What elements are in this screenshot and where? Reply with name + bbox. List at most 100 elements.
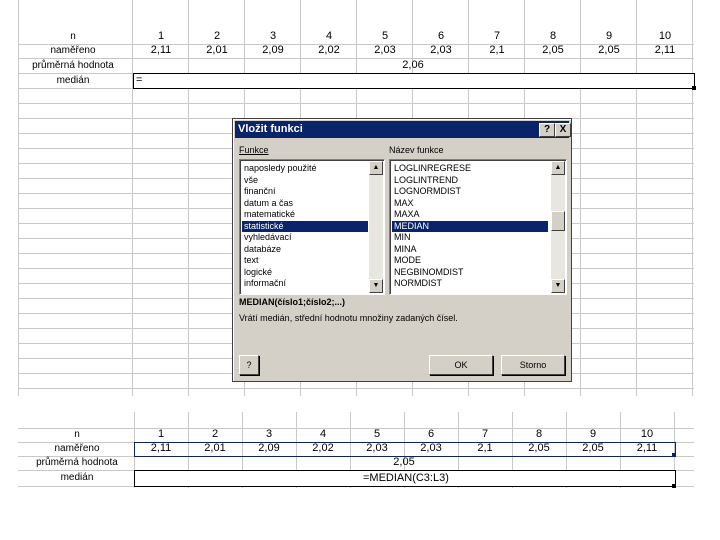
- ok-button[interactable]: OK: [429, 355, 493, 375]
- function-syntax: MEDIAN(číslo1;číslo2;...): [239, 297, 346, 307]
- list-item[interactable]: datum a čas: [242, 198, 364, 210]
- dialog-titlebar[interactable]: Vložit funkci ? X: [235, 121, 571, 138]
- scroll-down-icon[interactable]: ▼: [551, 279, 565, 293]
- cell-n[interactable]: 7: [458, 428, 512, 441]
- cell-measured[interactable]: 2,1: [469, 44, 525, 57]
- cell-n[interactable]: 7: [469, 30, 525, 43]
- list-item[interactable]: MODE: [392, 255, 544, 267]
- category-scrollbar[interactable]: ▲ ▼: [369, 161, 383, 293]
- help-title-button[interactable]: ?: [539, 123, 555, 137]
- cell-n[interactable]: 3: [245, 30, 301, 43]
- cell-average[interactable]: 2,06: [133, 59, 693, 72]
- list-item[interactable]: LOGNORMDIST: [392, 186, 544, 198]
- dialog-title: Vložit funkci: [238, 123, 303, 135]
- cell-measured[interactable]: 2,03: [404, 442, 458, 455]
- list-item[interactable]: naposledy použité: [242, 163, 364, 175]
- row-label-median: medián: [60, 472, 94, 483]
- row-label-median: medián: [56, 75, 90, 86]
- list-item[interactable]: matematické: [242, 209, 364, 221]
- cell-n[interactable]: 8: [525, 30, 581, 43]
- cell-measured[interactable]: 2,03: [357, 44, 413, 57]
- grid-line: [18, 388, 694, 389]
- cell-measured[interactable]: 2,01: [188, 442, 242, 455]
- cell-n[interactable]: 2: [188, 428, 242, 441]
- list-item[interactable]: vyhledávací: [242, 232, 364, 244]
- cell-measured[interactable]: 2,05: [566, 442, 620, 455]
- cell-measured[interactable]: 2,11: [133, 44, 189, 57]
- list-item[interactable]: logické: [242, 267, 364, 279]
- scroll-up-icon[interactable]: ▲: [369, 161, 383, 175]
- function-listbox[interactable]: LOGLINREGRESE LOGLINTREND LOGNORMDIST MA…: [389, 159, 567, 295]
- close-button[interactable]: X: [555, 123, 571, 137]
- grid-line: [18, 103, 694, 104]
- cell-measured[interactable]: 2,11: [134, 442, 188, 455]
- cell-measured[interactable]: 2,11: [637, 44, 693, 57]
- cell-measured[interactable]: 2,09: [245, 44, 301, 57]
- list-item[interactable]: MINA: [392, 244, 544, 256]
- cell-measured[interactable]: 2,03: [350, 442, 404, 455]
- median-input-text: =: [136, 74, 143, 86]
- list-item[interactable]: MAX: [392, 198, 544, 210]
- median-formula-cell[interactable]: =MEDIAN(C3:L3): [134, 470, 676, 487]
- cell-measured[interactable]: 2,02: [296, 442, 350, 455]
- list-item[interactable]: LOGLINREGRESE: [392, 163, 544, 175]
- median-input-cell[interactable]: =: [133, 73, 695, 89]
- function-description: Vrátí medián, střední hodnotu množiny za…: [239, 313, 458, 323]
- cell-n[interactable]: 3: [242, 428, 296, 441]
- category-label: Funkce: [239, 145, 269, 155]
- scroll-down-icon[interactable]: ▼: [369, 279, 383, 293]
- row-label-measured: naměřeno: [54, 443, 100, 454]
- cell-n[interactable]: 6: [404, 428, 458, 441]
- list-item[interactable]: databáze: [242, 244, 364, 256]
- cancel-button[interactable]: Storno: [501, 355, 565, 375]
- row-label-measured: naměřeno: [50, 45, 96, 56]
- help-icon-button[interactable]: ?: [239, 355, 259, 375]
- cell-n[interactable]: 5: [350, 428, 404, 441]
- cell-n[interactable]: 10: [637, 30, 693, 43]
- row-label-average: průměrná hodnota: [32, 60, 114, 71]
- cell-n[interactable]: 4: [301, 30, 357, 43]
- list-item[interactable]: finanční: [242, 186, 364, 198]
- scroll-up-icon[interactable]: ▲: [551, 161, 565, 175]
- cell-n[interactable]: 6: [413, 30, 469, 43]
- cell-measured[interactable]: 2,05: [581, 44, 637, 57]
- cell-n[interactable]: 5: [357, 30, 413, 43]
- cell-measured[interactable]: 2,11: [620, 442, 674, 455]
- function-name-label: Název funkce: [389, 145, 444, 155]
- cell-n[interactable]: 1: [133, 30, 189, 43]
- category-listbox[interactable]: naposledy použité vše finanční datum a č…: [239, 159, 385, 295]
- scroll-thumb[interactable]: [551, 211, 565, 231]
- list-item-selected[interactable]: MEDIAN: [392, 220, 548, 232]
- list-item-selected[interactable]: statistické: [242, 220, 368, 232]
- cell-measured[interactable]: 2,02: [301, 44, 357, 57]
- list-item[interactable]: LOGLINTREND: [392, 175, 544, 187]
- row-label-n: n: [74, 429, 80, 440]
- cell-average[interactable]: 2,05: [134, 456, 674, 469]
- cell-measured[interactable]: 2,05: [525, 44, 581, 57]
- cell-n[interactable]: 10: [620, 428, 674, 441]
- cell-measured[interactable]: 2,1: [458, 442, 512, 455]
- list-item[interactable]: MIN: [392, 232, 544, 244]
- cell-measured[interactable]: 2,05: [512, 442, 566, 455]
- list-item[interactable]: text: [242, 255, 364, 267]
- cell-n[interactable]: 8: [512, 428, 566, 441]
- function-scrollbar[interactable]: ▲ ▼: [551, 161, 565, 293]
- cell-n[interactable]: 2: [189, 30, 245, 43]
- fill-handle[interactable]: [672, 484, 676, 488]
- list-item[interactable]: NEGBINOMDIST: [392, 267, 544, 279]
- list-item[interactable]: vše: [242, 175, 364, 187]
- cell-measured[interactable]: 2,01: [189, 44, 245, 57]
- cell-measured[interactable]: 2,09: [242, 442, 296, 455]
- insert-function-dialog: Vložit funkci ? X Funkce Název funkce na…: [232, 118, 572, 382]
- list-item[interactable]: MAXA: [392, 209, 544, 221]
- row-label-n: n: [70, 31, 76, 42]
- list-item[interactable]: informační: [242, 278, 364, 290]
- cell-n[interactable]: 4: [296, 428, 350, 441]
- list-item[interactable]: NORMDIST: [392, 278, 544, 290]
- cell-n[interactable]: 1: [134, 428, 188, 441]
- cell-measured[interactable]: 2,03: [413, 44, 469, 57]
- median-formula-text: =MEDIAN(C3:L3): [363, 472, 449, 484]
- cell-n[interactable]: 9: [581, 30, 637, 43]
- fill-handle[interactable]: [692, 86, 696, 90]
- cell-n[interactable]: 9: [566, 428, 620, 441]
